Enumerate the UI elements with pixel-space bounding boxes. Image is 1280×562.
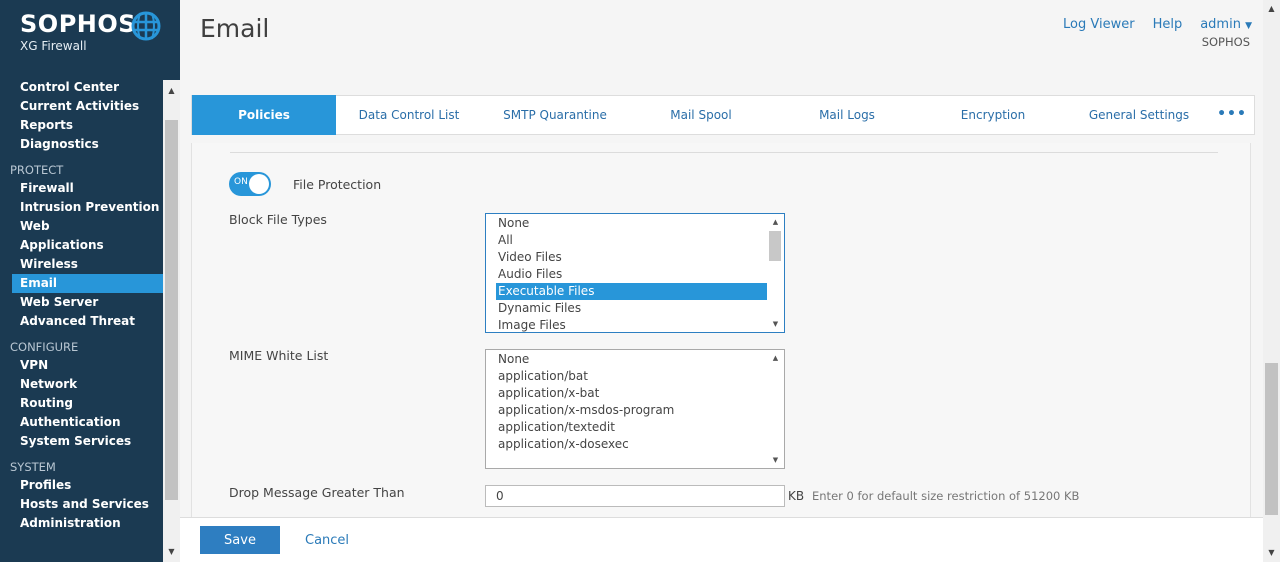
scroll-down-arrow-icon[interactable]: ▼ bbox=[767, 452, 784, 468]
list-option-selected[interactable]: Executable Files bbox=[496, 283, 767, 300]
cancel-button[interactable]: Cancel bbox=[305, 533, 349, 548]
list-option[interactable]: application/x-msdos-program bbox=[486, 402, 784, 419]
sidebar-item-email[interactable]: Email bbox=[12, 274, 163, 293]
listbox-scrollbar-thumb[interactable] bbox=[769, 231, 781, 261]
scroll-up-arrow-icon[interactable]: ▲ bbox=[1263, 2, 1280, 16]
tab-general-settings[interactable]: General Settings bbox=[1066, 96, 1212, 134]
org-name: SOPHOS bbox=[1201, 35, 1250, 49]
user-menu[interactable]: admin ▼ bbox=[1200, 17, 1252, 32]
policy-form-panel: ON File Protection Block File Types None… bbox=[191, 143, 1251, 517]
scroll-down-arrow-icon[interactable]: ▼ bbox=[163, 545, 180, 559]
block-file-types-label: Block File Types bbox=[229, 212, 327, 227]
sidebar-nav: Control Center Current Activities Report… bbox=[0, 78, 163, 533]
sidebar-scrollbar-thumb[interactable] bbox=[165, 120, 178, 500]
list-option[interactable]: None bbox=[486, 215, 784, 232]
tab-encryption[interactable]: Encryption bbox=[920, 96, 1066, 134]
sidebar-item-wireless[interactable]: Wireless bbox=[0, 255, 163, 274]
page-scrollbar-thumb[interactable] bbox=[1265, 363, 1278, 515]
mime-white-list-listbox[interactable]: None application/bat application/x-bat a… bbox=[485, 349, 785, 469]
drop-message-size-input[interactable]: 0 bbox=[485, 485, 785, 507]
scroll-up-arrow-icon[interactable]: ▲ bbox=[767, 350, 784, 366]
top-links: Log Viewer Help admin ▼ bbox=[1063, 17, 1252, 32]
brand: SOPHOS XG Firewall bbox=[0, 0, 180, 70]
page-scrollbar[interactable]: ▲ ▼ bbox=[1263, 0, 1280, 562]
mime-white-list-label: MIME White List bbox=[229, 348, 329, 363]
help-link[interactable]: Help bbox=[1153, 17, 1183, 32]
sidebar-scrollbar[interactable]: ▲ ▼ bbox=[163, 80, 180, 562]
tab-bar: Policies Data Control List SMTP Quaranti… bbox=[191, 95, 1255, 135]
list-option[interactable]: All bbox=[486, 232, 784, 249]
sidebar-item-hosts-and-services[interactable]: Hosts and Services bbox=[0, 495, 163, 514]
sidebar-item-system-services[interactable]: System Services bbox=[0, 432, 163, 451]
sidebar-item-diagnostics[interactable]: Diagnostics bbox=[0, 135, 163, 154]
nav-section-system: SYSTEM bbox=[10, 460, 56, 474]
sidebar-item-current-activities[interactable]: Current Activities bbox=[0, 97, 163, 116]
sophos-globe-icon bbox=[131, 11, 161, 41]
sidebar-item-web-server[interactable]: Web Server bbox=[0, 293, 163, 312]
sidebar-item-vpn[interactable]: VPN bbox=[0, 356, 163, 375]
list-option[interactable]: application/textedit bbox=[486, 419, 784, 436]
user-name: admin bbox=[1200, 17, 1241, 32]
drop-message-label: Drop Message Greater Than bbox=[229, 485, 405, 500]
more-tabs-icon[interactable]: ••• bbox=[1212, 96, 1252, 134]
sidebar-item-intrusion-prevention[interactable]: Intrusion Prevention bbox=[0, 198, 163, 217]
page-title: Email bbox=[200, 14, 270, 43]
sidebar-item-control-center[interactable]: Control Center bbox=[0, 78, 163, 97]
size-unit-label: KB bbox=[788, 489, 805, 503]
list-option[interactable]: Video Files bbox=[486, 249, 784, 266]
divider bbox=[230, 152, 1218, 153]
tab-smtp-quarantine[interactable]: SMTP Quarantine bbox=[482, 96, 628, 134]
sidebar-item-profiles[interactable]: Profiles bbox=[0, 476, 163, 495]
scroll-down-arrow-icon[interactable]: ▼ bbox=[767, 316, 784, 332]
tab-data-control-list[interactable]: Data Control List bbox=[336, 96, 482, 134]
list-option[interactable]: Image Files bbox=[486, 317, 784, 332]
scroll-up-arrow-icon[interactable]: ▲ bbox=[767, 214, 784, 230]
sidebar: SOPHOS XG Firewall Control Center Curren… bbox=[0, 0, 180, 562]
sidebar-item-advanced-threat[interactable]: Advanced Threat bbox=[0, 312, 163, 331]
caret-down-icon: ▼ bbox=[1245, 21, 1252, 31]
toggle-knob bbox=[249, 174, 269, 194]
list-option[interactable]: application/bat bbox=[486, 368, 784, 385]
file-protection-toggle[interactable]: ON bbox=[229, 172, 271, 196]
list-option[interactable]: Audio Files bbox=[486, 266, 784, 283]
sidebar-item-applications[interactable]: Applications bbox=[0, 236, 163, 255]
toggle-state-label: ON bbox=[234, 177, 248, 187]
tab-mail-spool[interactable]: Mail Spool bbox=[628, 96, 774, 134]
file-protection-label: File Protection bbox=[293, 177, 382, 192]
list-option[interactable]: application/x-dosexec bbox=[486, 436, 784, 453]
block-file-types-listbox[interactable]: None All Video Files Audio Files Executa… bbox=[485, 213, 785, 333]
listbox-scrollbar[interactable]: ▲ ▼ bbox=[767, 214, 784, 332]
scroll-down-arrow-icon[interactable]: ▼ bbox=[1263, 546, 1280, 560]
save-button[interactable]: Save bbox=[200, 526, 280, 554]
tab-mail-logs[interactable]: Mail Logs bbox=[774, 96, 920, 134]
sidebar-item-administration[interactable]: Administration bbox=[0, 514, 163, 533]
nav-section-configure: CONFIGURE bbox=[10, 340, 79, 354]
sidebar-item-routing[interactable]: Routing bbox=[0, 394, 163, 413]
log-viewer-link[interactable]: Log Viewer bbox=[1063, 17, 1135, 32]
form-footer: Save Cancel bbox=[180, 517, 1263, 562]
list-option[interactable]: Dynamic Files bbox=[486, 300, 784, 317]
list-option[interactable]: application/x-bat bbox=[486, 385, 784, 402]
listbox-scrollbar[interactable]: ▲ ▼ bbox=[767, 350, 784, 468]
scroll-up-arrow-icon[interactable]: ▲ bbox=[163, 84, 180, 98]
sidebar-item-authentication[interactable]: Authentication bbox=[0, 413, 163, 432]
sidebar-item-firewall[interactable]: Firewall bbox=[0, 179, 163, 198]
nav-section-protect: PROTECT bbox=[10, 163, 64, 177]
sidebar-item-reports[interactable]: Reports bbox=[0, 116, 163, 135]
list-option[interactable]: None bbox=[486, 351, 784, 368]
size-hint-text: Enter 0 for default size restriction of … bbox=[812, 489, 1080, 503]
sidebar-item-network[interactable]: Network bbox=[0, 375, 163, 394]
tab-policies[interactable]: Policies bbox=[192, 95, 336, 135]
sidebar-item-web[interactable]: Web bbox=[0, 217, 163, 236]
